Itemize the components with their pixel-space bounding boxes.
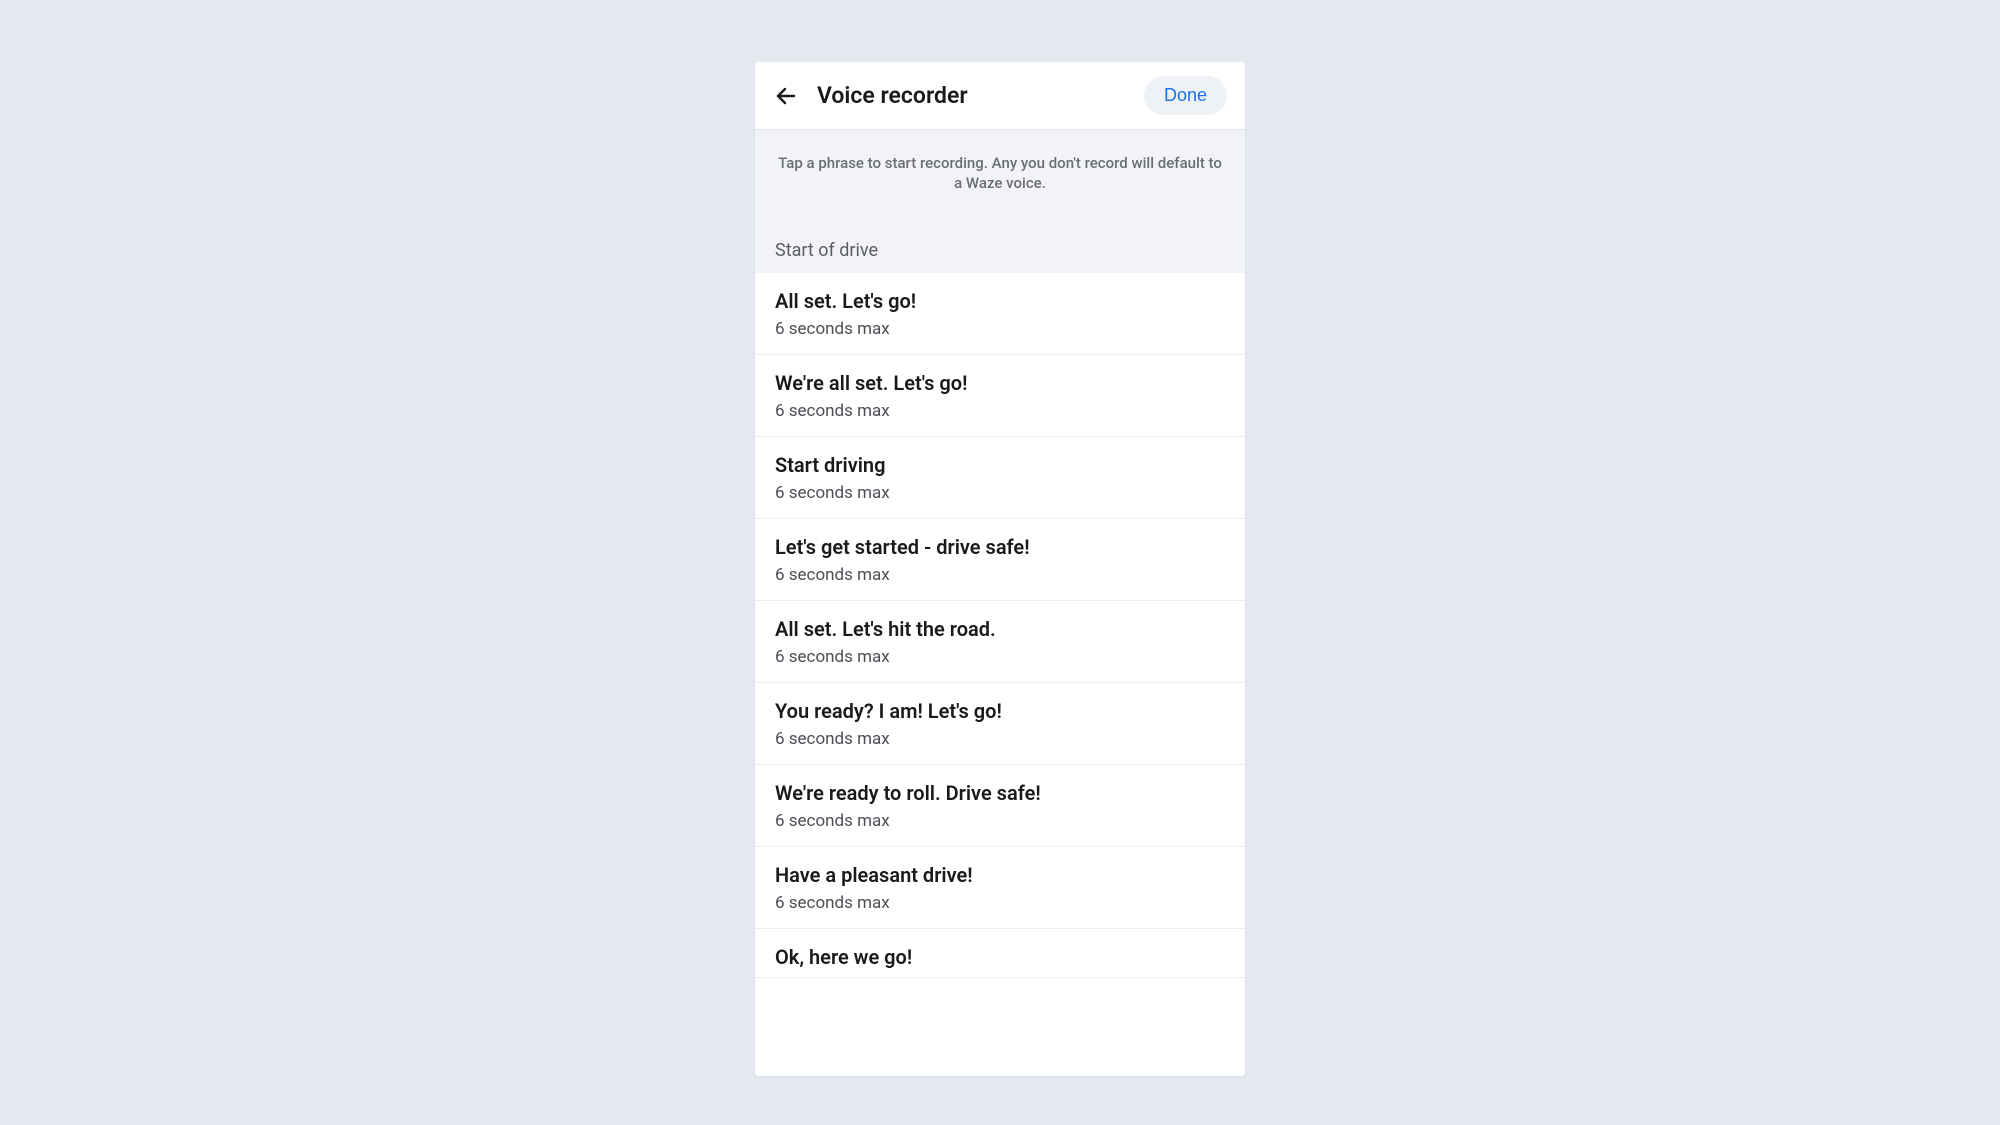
phrase-item[interactable]: We're ready to roll. Drive safe! 6 secon… [755,765,1245,847]
phrase-item[interactable]: Ok, here we go! 6 seconds max [755,929,1245,978]
phrase-sub: 6 seconds max [775,565,1225,585]
phrase-sub: 6 seconds max [775,647,1225,667]
phrase-item[interactable]: Start driving 6 seconds max [755,437,1245,519]
phrase-sub: 6 seconds max [775,893,1225,913]
phrase-text: Ok, here we go! [775,945,1225,969]
phrase-list: All set. Let's go! 6 seconds max We're a… [755,273,1245,978]
phrase-text: You ready? I am! Let's go! [775,699,1225,723]
phrase-text: Start driving [775,453,1225,477]
phrase-item[interactable]: We're all set. Let's go! 6 seconds max [755,355,1245,437]
phrase-sub: 6 seconds max [775,319,1225,339]
phrase-text: All set. Let's hit the road. [775,617,1225,641]
section-header: Start of drive [755,216,1245,273]
instructions-text: Tap a phrase to start recording. Any you… [755,130,1245,216]
phrase-text: Have a pleasant drive! [775,863,1225,887]
toolbar: Voice recorder Done [755,62,1245,130]
done-button[interactable]: Done [1144,76,1227,115]
phrase-sub: 6 seconds max [775,729,1225,749]
phrase-text: We're all set. Let's go! [775,371,1225,395]
phrase-item[interactable]: Let's get started - drive safe! 6 second… [755,519,1245,601]
page-title: Voice recorder [817,82,1144,109]
phrase-item[interactable]: All set. Let's hit the road. 6 seconds m… [755,601,1245,683]
phrase-text: Let's get started - drive safe! [775,535,1225,559]
phrase-item[interactable]: All set. Let's go! 6 seconds max [755,273,1245,355]
phrase-sub: 6 seconds max [775,401,1225,421]
phrase-sub: 6 seconds max [775,483,1225,503]
phrase-text: We're ready to roll. Drive safe! [775,781,1225,805]
app-screen: Voice recorder Done Tap a phrase to star… [755,62,1245,1076]
phrase-item[interactable]: You ready? I am! Let's go! 6 seconds max [755,683,1245,765]
phrase-text: All set. Let's go! [775,289,1225,313]
phrase-item[interactable]: Have a pleasant drive! 6 seconds max [755,847,1245,929]
phrase-sub: 6 seconds max [775,811,1225,831]
back-icon[interactable] [773,83,799,109]
